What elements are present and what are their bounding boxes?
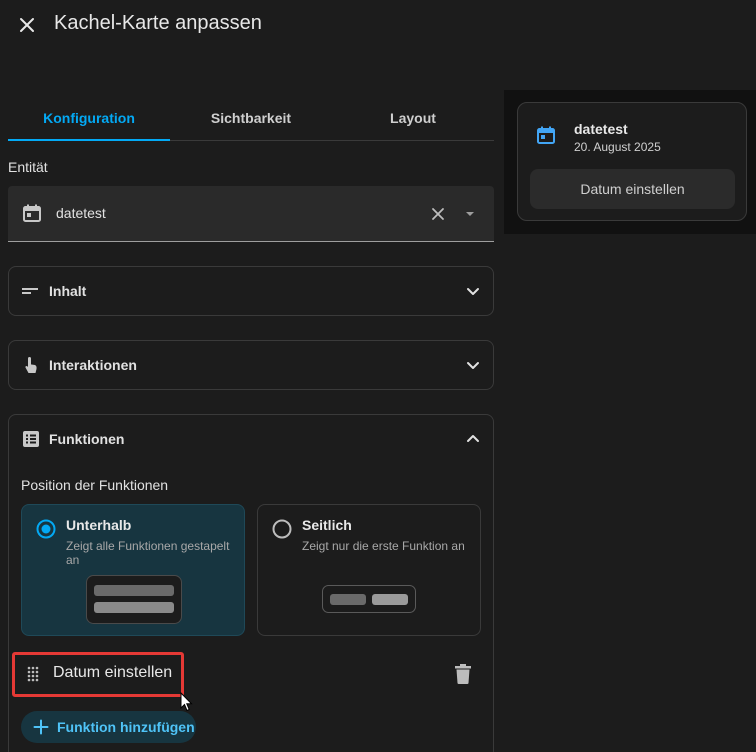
- calendar-icon: [23, 204, 41, 222]
- position-option-seitlich[interactable]: Seitlich Zeigt nur die erste Funktion an: [257, 504, 481, 636]
- list-box-icon: [23, 431, 39, 447]
- tab-bar: Konfiguration Sichtbarkeit Layout: [8, 96, 494, 141]
- dropdown-arrow-icon[interactable]: [460, 204, 480, 224]
- calendar-icon: [537, 126, 555, 144]
- radio-checked-icon[interactable]: [36, 519, 56, 539]
- inline-layout-illustration: [322, 585, 416, 613]
- chevron-down-icon: [467, 288, 479, 295]
- entity-label: Entität: [8, 159, 48, 175]
- option-description: Zeigt nur die erste Funktion an: [302, 539, 465, 553]
- features-position-label: Position der Funktionen: [21, 477, 169, 493]
- entity-picker[interactable]: datetest: [8, 186, 494, 242]
- add-feature-button[interactable]: Funktion hinzufügen: [21, 711, 196, 743]
- radio-unchecked-icon[interactable]: [272, 519, 292, 539]
- option-description: Zeigt alle Funktionen gestapelt an: [66, 539, 230, 567]
- close-icon: [20, 18, 34, 32]
- section-inhalt-header[interactable]: Inhalt: [9, 267, 493, 315]
- position-option-unterhalb[interactable]: Unterhalb Zeigt alle Funktionen gestapel…: [21, 504, 245, 636]
- chevron-up-icon: [467, 435, 479, 442]
- tab-layout[interactable]: Layout: [332, 96, 494, 140]
- close-button[interactable]: [12, 10, 42, 40]
- chevron-down-icon: [467, 362, 479, 369]
- section-inhalt-title: Inhalt: [49, 283, 87, 299]
- section-interaktionen: Interaktionen: [8, 340, 494, 390]
- stacked-layout-illustration: [86, 575, 182, 624]
- preview-entity-state: 20. August 2025: [574, 140, 661, 154]
- preview-entity-name: datetest: [574, 121, 628, 137]
- feature-item-label[interactable]: Datum einstellen: [53, 664, 172, 682]
- dialog-title: Kachel-Karte anpassen: [54, 12, 262, 34]
- entity-value: datetest: [56, 205, 106, 221]
- mouse-cursor-icon: [180, 692, 193, 712]
- drag-handle-icon[interactable]: [26, 665, 40, 683]
- tab-konfiguration[interactable]: Konfiguration: [8, 96, 170, 141]
- section-interaktionen-title: Interaktionen: [49, 357, 137, 373]
- section-funktionen-header[interactable]: Funktionen: [9, 415, 493, 463]
- tile-card-preview[interactable]: datetest 20. August 2025 Datum einstelle…: [517, 102, 747, 221]
- section-interaktionen-header[interactable]: Interaktionen: [9, 341, 493, 389]
- trash-icon[interactable]: [454, 663, 472, 685]
- add-feature-label: Funktion hinzufügen: [57, 719, 195, 735]
- option-title: Seitlich: [302, 517, 352, 533]
- option-title: Unterhalb: [66, 517, 132, 533]
- gesture-tap-icon: [25, 357, 37, 373]
- plus-icon: [33, 719, 49, 735]
- text-lines-icon: [22, 288, 38, 294]
- section-inhalt: Inhalt: [8, 266, 494, 316]
- preview-set-date-button[interactable]: Datum einstellen: [530, 169, 735, 209]
- tab-sichtbarkeit[interactable]: Sichtbarkeit: [170, 96, 332, 140]
- clear-icon[interactable]: [428, 204, 448, 224]
- section-funktionen-title: Funktionen: [49, 431, 125, 447]
